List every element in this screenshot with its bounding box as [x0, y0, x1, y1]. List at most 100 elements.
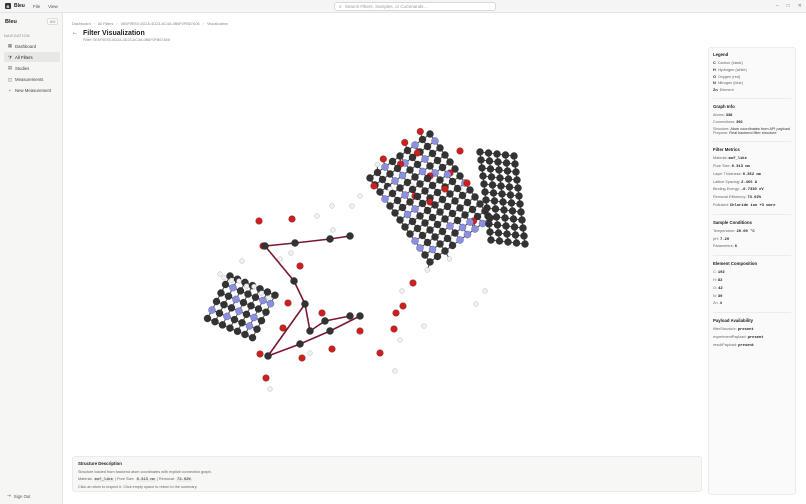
- nitrogen-atom[interactable]: [411, 237, 419, 245]
- carbon-atom[interactable]: [290, 277, 298, 285]
- carbon-atom[interactable]: [416, 212, 424, 220]
- carbon-atom[interactable]: [456, 172, 464, 180]
- carbon-atom[interactable]: [446, 190, 454, 198]
- carbon-atom[interactable]: [506, 191, 515, 199]
- hydrogen-atom[interactable]: [251, 283, 257, 290]
- carbon-atom[interactable]: [458, 191, 467, 200]
- carbon-atom[interactable]: [423, 206, 432, 215]
- carbon-atom[interactable]: [406, 230, 414, 238]
- hydrogen-atom[interactable]: [349, 203, 355, 209]
- carbon-atom[interactable]: [463, 198, 472, 207]
- carbon-atom[interactable]: [461, 211, 469, 219]
- oxygen-atom[interactable]: [401, 138, 409, 147]
- carbon-atom[interactable]: [431, 201, 439, 209]
- carbon-atom[interactable]: [296, 340, 304, 348]
- hydrogen-atom[interactable]: [314, 213, 320, 219]
- carbon-atom[interactable]: [448, 209, 457, 218]
- carbon-atom[interactable]: [408, 185, 417, 194]
- carbon-atom[interactable]: [489, 189, 498, 197]
- carbon-atom[interactable]: [448, 177, 457, 186]
- carbon-atom[interactable]: [436, 208, 444, 216]
- carbon-atom[interactable]: [443, 234, 452, 243]
- oxygen-atom[interactable]: [392, 309, 400, 317]
- carbon-atom[interactable]: [423, 238, 432, 247]
- carbon-atom[interactable]: [476, 200, 484, 208]
- carbon-atom[interactable]: [501, 151, 510, 159]
- carbon-atom[interactable]: [491, 205, 500, 213]
- carbon-atom[interactable]: [421, 219, 429, 227]
- carbon-atom[interactable]: [376, 188, 384, 196]
- carbon-atom[interactable]: [413, 224, 422, 233]
- nitrogen-atom[interactable]: [229, 283, 237, 292]
- carbon-atom[interactable]: [393, 164, 402, 173]
- nitrogen-atom[interactable]: [266, 299, 275, 308]
- oxygen-atom[interactable]: [284, 299, 292, 307]
- carbon-atom[interactable]: [441, 215, 449, 223]
- carbon-atom[interactable]: [433, 156, 442, 165]
- sidebar-item-new-measurement[interactable]: + New Measurement: [4, 86, 60, 96]
- carbon-atom[interactable]: [520, 232, 528, 240]
- carbon-atom[interactable]: [211, 317, 219, 326]
- breadcrumb-filter-id[interactable]: 0E6F9EE0-6D2A-4D23-AC4A-0B6F0FB67A06: [121, 22, 200, 26]
- hydrogen-atom[interactable]: [374, 161, 380, 168]
- carbon-atom[interactable]: [401, 223, 409, 231]
- carbon-atom[interactable]: [514, 184, 522, 192]
- carbon-atom[interactable]: [388, 157, 397, 166]
- sidebar-item-all-filters[interactable]: ⧩ All Filters: [4, 52, 60, 63]
- carbon-atom[interactable]: [485, 157, 494, 165]
- hydrogen-atom[interactable]: [446, 256, 453, 262]
- carbon-atom[interactable]: [386, 170, 394, 178]
- nitrogen-atom[interactable]: [235, 307, 243, 315]
- carbon-atom[interactable]: [423, 142, 432, 151]
- carbon-atom[interactable]: [495, 166, 503, 174]
- carbon-atom[interactable]: [451, 197, 459, 205]
- carbon-atom[interactable]: [466, 186, 474, 194]
- nitrogen-atom[interactable]: [463, 230, 472, 239]
- sidebar-item-dashboard[interactable]: ▦ Dashboard: [4, 41, 60, 51]
- carbon-atom[interactable]: [496, 174, 504, 182]
- search-input[interactable]: ⌕ Search Filters, Samples, or Commands..…: [334, 2, 496, 11]
- carbon-atom[interactable]: [406, 166, 414, 174]
- carbon-atom[interactable]: [227, 304, 236, 312]
- nitrogen-atom[interactable]: [421, 155, 429, 163]
- carbon-atom[interactable]: [438, 227, 447, 236]
- oxygen-atom[interactable]: [318, 309, 326, 317]
- carbon-atom[interactable]: [504, 238, 512, 246]
- carbon-atom[interactable]: [326, 235, 334, 243]
- carbon-atom[interactable]: [433, 252, 442, 261]
- carbon-atom[interactable]: [499, 198, 507, 206]
- carbon-atom[interactable]: [481, 188, 489, 196]
- carbon-atom[interactable]: [423, 174, 432, 183]
- carbon-atom[interactable]: [517, 208, 525, 216]
- carbon-atom[interactable]: [396, 184, 404, 192]
- carbon-atom[interactable]: [453, 216, 462, 225]
- hydrogen-atom[interactable]: [288, 250, 294, 256]
- carbon-atom[interactable]: [224, 292, 233, 301]
- carbon-atom[interactable]: [306, 327, 314, 335]
- carbon-atom[interactable]: [253, 325, 261, 334]
- oxygen-atom[interactable]: [370, 182, 378, 190]
- carbon-atom[interactable]: [203, 314, 212, 323]
- carbon-atom[interactable]: [512, 168, 520, 176]
- carbon-atom[interactable]: [388, 189, 397, 198]
- carbon-atom[interactable]: [468, 205, 477, 214]
- carbon-atom[interactable]: [413, 192, 422, 201]
- carbon-atom[interactable]: [263, 288, 272, 296]
- oxygen-atom[interactable]: [298, 354, 306, 362]
- carbon-atom[interactable]: [453, 184, 462, 193]
- carbon-atom[interactable]: [456, 204, 464, 212]
- minimize-icon[interactable]: −: [776, 3, 779, 9]
- hydrogen-atom[interactable]: [421, 323, 427, 329]
- oxygen-atom[interactable]: [409, 279, 417, 287]
- carbon-atom[interactable]: [508, 207, 517, 215]
- carbon-atom[interactable]: [301, 300, 309, 308]
- carbon-atom[interactable]: [503, 230, 511, 238]
- carbon-atom[interactable]: [408, 153, 417, 162]
- carbon-atom[interactable]: [396, 152, 404, 160]
- carbon-atom[interactable]: [346, 312, 354, 320]
- carbon-atom[interactable]: [519, 224, 527, 232]
- carbon-atom[interactable]: [251, 293, 260, 302]
- carbon-atom[interactable]: [398, 203, 407, 212]
- menu-view[interactable]: View: [48, 4, 58, 9]
- carbon-atom[interactable]: [493, 150, 501, 158]
